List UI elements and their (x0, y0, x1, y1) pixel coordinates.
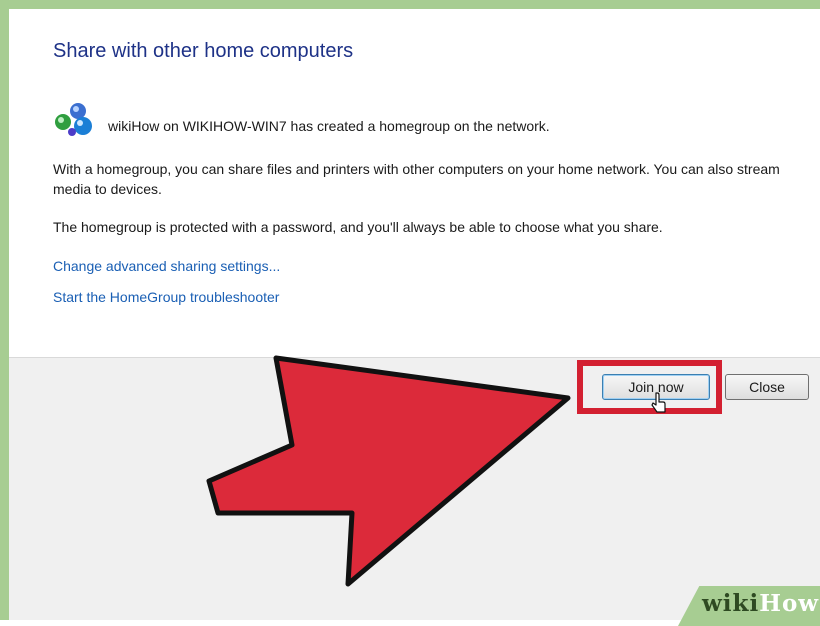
watermark-how: How (759, 590, 820, 617)
red-arrow-annotation (206, 355, 571, 587)
wikihow-watermark: wikiHow (702, 590, 819, 617)
mouse-cursor-icon (651, 392, 666, 413)
watermark-wiki: wiki (702, 590, 760, 617)
